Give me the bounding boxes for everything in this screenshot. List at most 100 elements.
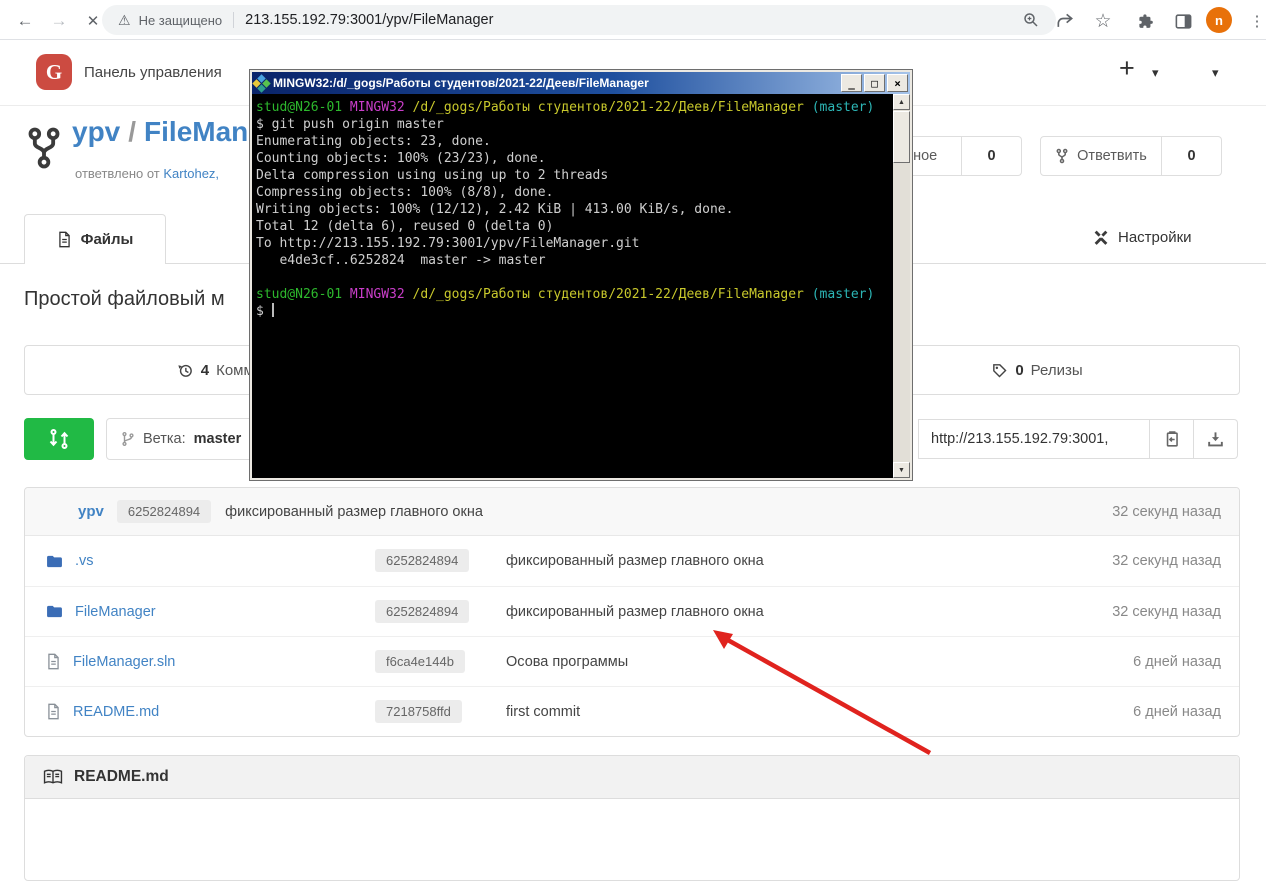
star-count[interactable]: 0 bbox=[962, 136, 1022, 176]
commit-time: 6 дней назад bbox=[1133, 704, 1221, 720]
share-icon[interactable] bbox=[1052, 8, 1078, 34]
user-menu-caret-icon[interactable]: ▾ bbox=[1212, 65, 1219, 81]
zoom-icon[interactable] bbox=[1022, 11, 1040, 29]
tab-files[interactable]: Файлы bbox=[24, 214, 166, 264]
address-bar[interactable]: ⚠ Не защищено 213.155.192.79:3001/ypv/Fi… bbox=[102, 5, 1056, 35]
menu-kebab-icon[interactable]: ⋮ bbox=[1244, 8, 1266, 34]
commit-message[interactable]: фиксированный размер главного окна bbox=[506, 604, 1112, 620]
commit-time: 6 дней назад bbox=[1133, 654, 1221, 670]
readme-body bbox=[25, 799, 1239, 880]
fork-icon bbox=[1055, 148, 1069, 164]
commit-sha-badge[interactable]: 7218758ffd bbox=[375, 700, 462, 723]
terminal-line: Compressing objects: 100% (8/8), done. bbox=[256, 184, 889, 201]
folder-icon bbox=[46, 604, 63, 619]
close-button[interactable]: × bbox=[887, 74, 908, 92]
repo-description: Простой файловый м bbox=[24, 288, 225, 311]
table-row: FileManager.sln f6ca4e144b Осова программы… bbox=[25, 636, 1239, 686]
gogs-logo[interactable]: G bbox=[36, 54, 72, 90]
bookmark-star-icon[interactable]: ☆ bbox=[1090, 8, 1116, 34]
terminal-line: Delta compression using using up to 2 th… bbox=[256, 167, 889, 184]
commit-time: 32 секунд назад bbox=[1112, 553, 1221, 569]
terminal-body: stud@N26-01 MINGW32 /d/_gogs/Работы студ… bbox=[252, 94, 910, 478]
terminal-line bbox=[256, 269, 889, 286]
maximize-button[interactable]: □ bbox=[864, 74, 885, 92]
forked-from-link[interactable]: Kartohez, bbox=[163, 166, 219, 181]
terminal-line: $ bbox=[256, 303, 889, 320]
commit-sha-badge[interactable]: 6252824894 bbox=[375, 600, 469, 623]
side-panel-icon[interactable] bbox=[1170, 8, 1196, 34]
readme-header: README.md bbox=[25, 756, 1239, 799]
minimize-button[interactable]: _ bbox=[841, 74, 862, 92]
table-row: FileManager 6252824894 фиксированный разме… bbox=[25, 586, 1239, 636]
tag-icon bbox=[991, 362, 1008, 379]
terminal-line: To http://213.155.192.79:3001/ypv/FileMa… bbox=[256, 235, 889, 252]
commit-message[interactable]: фиксированный размер главного окна bbox=[506, 553, 1112, 569]
back-icon[interactable]: ← bbox=[12, 8, 38, 34]
commit-time: 32 секунд назад bbox=[1112, 504, 1221, 520]
terminal-scrollbar[interactable]: ▲ ▼ bbox=[893, 94, 910, 478]
terminal-titlebar[interactable]: MINGW32:/d/_gogs/Работы студентов/2021-2… bbox=[252, 72, 910, 94]
history-icon bbox=[177, 362, 194, 379]
file-table: ypv 6252824894 фиксированный размер глав… bbox=[24, 487, 1240, 737]
repo-fork-icon bbox=[24, 126, 64, 170]
fork-count[interactable]: 0 bbox=[1162, 136, 1222, 176]
terminal-line: stud@N26-01 MINGW32 /d/_gogs/Работы студ… bbox=[256, 286, 889, 303]
forked-from: ответвлено от Kartohez, bbox=[75, 166, 219, 181]
folder-icon bbox=[46, 554, 63, 569]
settings-link[interactable]: Настройки bbox=[1092, 228, 1192, 246]
scroll-thumb[interactable] bbox=[893, 111, 910, 163]
committer-link[interactable]: ypv bbox=[78, 503, 104, 520]
file-table-rows: .vs 6252824894 фиксированный размер главно… bbox=[25, 536, 1239, 736]
file-link[interactable]: .vs bbox=[75, 553, 94, 569]
commit-message[interactable]: first commit bbox=[506, 704, 1133, 720]
copy-url-button[interactable] bbox=[1150, 419, 1194, 459]
file-link[interactable]: FileManager.sln bbox=[73, 654, 175, 670]
title-separator: / bbox=[120, 116, 144, 147]
fork-button[interactable]: Ответвить bbox=[1040, 136, 1162, 176]
clone-url-input[interactable] bbox=[918, 419, 1150, 459]
not-secure-icon: ⚠ bbox=[118, 12, 131, 29]
file-link[interactable]: FileManager bbox=[75, 604, 156, 620]
profile-avatar[interactable]: n bbox=[1206, 7, 1232, 33]
scroll-down-icon[interactable]: ▼ bbox=[893, 462, 910, 478]
table-row: .vs 6252824894 фиксированный размер главно… bbox=[25, 536, 1239, 586]
commit-sha-badge[interactable]: 6252824894 bbox=[375, 549, 469, 572]
terminal-line: $ git push origin master bbox=[256, 116, 889, 133]
url-text: 213.155.192.79:3001/ypv/FileManager bbox=[245, 12, 493, 28]
table-row: README.md 7218758ffd first commit6 дней на… bbox=[25, 686, 1239, 736]
create-caret-icon[interactable]: ▾ bbox=[1152, 65, 1159, 81]
terminal-line: Writing objects: 100% (12/12), 2.42 KiB … bbox=[256, 201, 889, 218]
file-link[interactable]: README.md bbox=[73, 704, 159, 720]
extensions-icon[interactable] bbox=[1133, 8, 1159, 34]
terminal-output[interactable]: stud@N26-01 MINGW32 /d/_gogs/Работы студ… bbox=[252, 94, 893, 478]
book-icon bbox=[43, 769, 63, 785]
file-icon bbox=[46, 703, 61, 720]
address-separator bbox=[233, 12, 234, 28]
commit-message[interactable]: Осова программы bbox=[506, 654, 1133, 670]
commit-message[interactable]: фиксированный размер главного окна bbox=[225, 504, 483, 520]
tools-icon bbox=[1092, 228, 1110, 246]
download-icon bbox=[1206, 430, 1225, 449]
create-new-button[interactable]: + bbox=[1119, 53, 1135, 84]
compare-icon bbox=[47, 427, 71, 451]
commit-sha-badge[interactable]: 6252824894 bbox=[117, 500, 211, 523]
terminal-line: stud@N26-01 MINGW32 /d/_gogs/Работы студ… bbox=[256, 99, 889, 116]
window-controls: _ □ × bbox=[841, 74, 908, 92]
files-icon bbox=[57, 231, 72, 248]
commit-sha-badge[interactable]: f6ca4e144b bbox=[375, 650, 465, 673]
forward-icon[interactable]: → bbox=[46, 8, 72, 34]
mingw-icon bbox=[252, 74, 270, 92]
latest-commit-row: ypv 6252824894 фиксированный размер глав… bbox=[25, 488, 1239, 536]
file-icon bbox=[46, 653, 61, 670]
scroll-up-icon[interactable]: ▲ bbox=[893, 94, 910, 110]
readme-title: README.md bbox=[74, 768, 169, 786]
terminal-line: Enumerating objects: 23, done. bbox=[256, 133, 889, 150]
terminal-window[interactable]: MINGW32:/d/_gogs/Работы студентов/2021-2… bbox=[249, 69, 913, 481]
terminal-line: Total 12 (delta 6), reused 0 (delta 0) bbox=[256, 218, 889, 235]
repo-owner-link[interactable]: ypv bbox=[72, 116, 120, 147]
security-label: Не защищено bbox=[139, 13, 223, 28]
dashboard-link[interactable]: Панель управления bbox=[84, 64, 222, 81]
clipboard-icon bbox=[1162, 430, 1181, 449]
compare-button[interactable] bbox=[24, 418, 94, 460]
download-button[interactable] bbox=[1194, 419, 1238, 459]
